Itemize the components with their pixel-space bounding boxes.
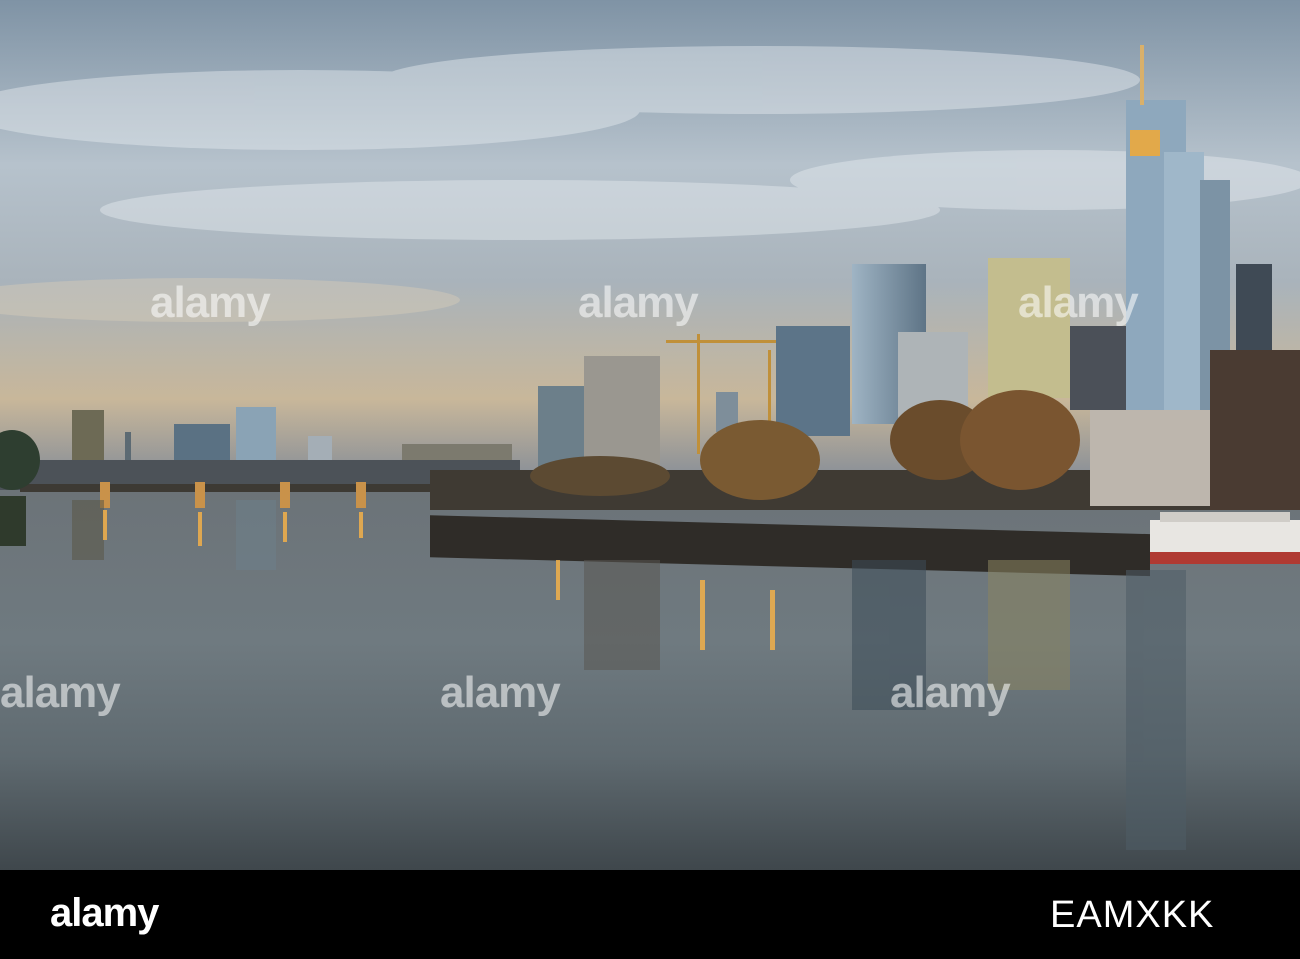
- watermark: alamy: [440, 668, 561, 717]
- riverboat: [1150, 512, 1300, 564]
- watermark: alamy: [890, 668, 1011, 717]
- image-id: EAMXKK: [1050, 894, 1215, 936]
- footer-logo: alamy: [50, 891, 159, 935]
- watermark: alamy: [150, 278, 271, 327]
- watermark: alamy: [0, 668, 121, 717]
- cityscape-photo: [0, 0, 1300, 870]
- watermark: alamy: [578, 278, 699, 327]
- watermark: alamy: [1018, 278, 1139, 327]
